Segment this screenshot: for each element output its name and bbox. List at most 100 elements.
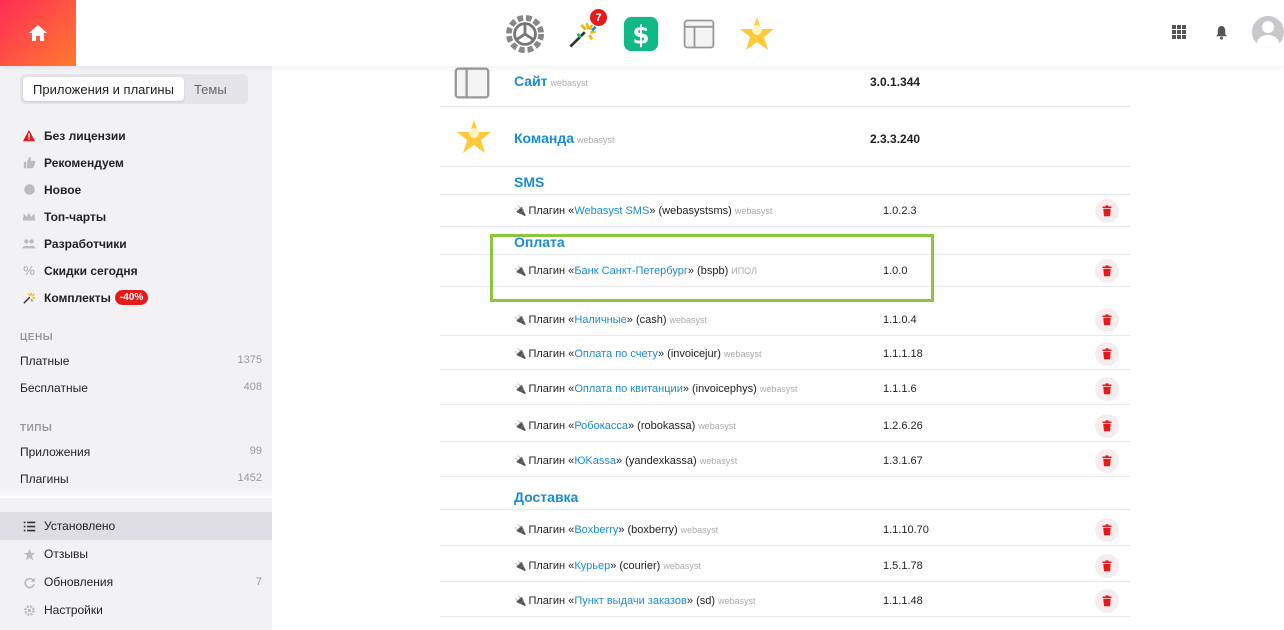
plugin-link[interactable]: ЮKassa: [574, 455, 616, 467]
delete-button[interactable]: [1095, 554, 1119, 578]
shop-app-icon[interactable]: 7: [563, 9, 607, 54]
version: 3.0.1.344: [870, 75, 921, 89]
team-app-icon[interactable]: [737, 14, 777, 54]
sidebar-item-top-charts[interactable]: Топ-чарты: [20, 203, 260, 230]
sidebar-item-settings[interactable]: Настройки: [0, 596, 272, 624]
version: 2.3.3.240: [870, 132, 921, 146]
sidebar-item-installed[interactable]: Установлено: [0, 512, 272, 540]
vendor-label: ИПОЛ: [731, 266, 757, 276]
trash-icon: [1102, 383, 1112, 395]
plug-icon: 🔌: [514, 561, 527, 572]
plug-icon: 🔌: [514, 421, 527, 432]
delete-button[interactable]: [1095, 342, 1119, 366]
filter-count: 408: [243, 381, 262, 393]
apps-grid-icon[interactable]: [1168, 21, 1190, 43]
filter-free[interactable]: Бесплатные 408: [20, 381, 262, 395]
version: 1.1.10.70: [883, 524, 929, 536]
plug-icon: 🔌: [514, 456, 527, 467]
plugin-id: » (boxberry): [618, 524, 678, 536]
discount-badge: -40%: [114, 290, 149, 305]
plugin-prefix: Плагин «: [528, 383, 575, 395]
delete-button[interactable]: [1095, 377, 1119, 401]
filter-paid[interactable]: Платные 1375: [20, 354, 262, 368]
sidebar-item-recommended[interactable]: Рекомендуем: [20, 149, 260, 176]
sidebar-item-bundles[interactable]: Комплекты -40%: [20, 284, 260, 311]
app-name: Команда: [514, 130, 574, 146]
delete-button[interactable]: [1095, 518, 1119, 542]
sidebar-item-new[interactable]: Новое: [20, 176, 260, 203]
user-area: [1168, 16, 1284, 48]
plugin-title: 🔌 Плагин «Оплата по счету» (invoicejur) we…: [514, 348, 761, 360]
plugin-link[interactable]: Пункт выдачи заказов: [574, 595, 687, 607]
installer-app-icon[interactable]: [505, 14, 545, 54]
avatar[interactable]: [1252, 16, 1284, 48]
vendor-label: webasyst: [663, 561, 701, 571]
plugin-id: » (yandexkassa): [616, 455, 697, 467]
delete-button[interactable]: [1095, 449, 1119, 473]
cashbook-app-icon[interactable]: $: [621, 14, 661, 54]
plug-icon: 🔌: [514, 525, 527, 536]
plugin-prefix: Плагин «: [528, 455, 575, 467]
site-app-icon[interactable]: [679, 14, 719, 54]
notifications-badge: 7: [590, 9, 607, 26]
filter-label: Бесплатные: [20, 381, 88, 395]
plugin-title: 🔌 Плагин «Робокасса» (robokassa) webasyst: [514, 420, 736, 432]
plugin-link[interactable]: Наличные: [574, 314, 626, 326]
plugin-link[interactable]: Курьер: [574, 560, 610, 572]
types-heading: ТИПЫ: [20, 423, 53, 434]
sidebar-item-updates[interactable]: Обновления 7: [0, 568, 272, 596]
divider: [0, 488, 272, 498]
home-button[interactable]: [0, 0, 76, 66]
sidebar-item-reviews[interactable]: Отзывы: [0, 540, 272, 568]
plugin-link[interactable]: Оплата по счету: [574, 348, 658, 360]
sidebar-item-developers[interactable]: Разработчики: [20, 230, 260, 257]
plugin-prefix: Плагин «: [528, 560, 575, 572]
plugin-id: » (invoicejur): [657, 348, 721, 360]
sidebar-item-no-license[interactable]: Без лицензии: [20, 122, 260, 149]
thumbs-up-icon: [20, 156, 38, 169]
app-name-link[interactable]: Команда webasyst: [514, 130, 615, 146]
category-title: Доставка: [514, 489, 579, 505]
vendor-label: webasyst: [699, 456, 738, 466]
delete-button[interactable]: [1095, 308, 1119, 332]
plugin-id: » (webasystsms): [649, 205, 732, 217]
plugin-link[interactable]: Boxberry: [574, 524, 618, 536]
delete-button[interactable]: [1095, 259, 1119, 283]
plugin-id: » (courier): [610, 560, 661, 572]
filter-plugins[interactable]: Плагины 1452: [20, 472, 262, 486]
plugin-prefix: Плагин «: [528, 420, 575, 432]
list-icon: [20, 520, 38, 533]
app-name-link[interactable]: Сайт webasyst: [514, 73, 588, 89]
plug-icon: 🔌: [514, 349, 527, 360]
plugin-link[interactable]: Webasyst SMS: [574, 205, 649, 217]
sidebar-item-discounts[interactable]: % Скидки сегодня: [20, 257, 260, 284]
plugin-prefix: Плагин «: [528, 524, 575, 536]
trash-icon: [1102, 595, 1112, 607]
version: 1.2.6.26: [883, 420, 923, 432]
bell-icon[interactable]: [1210, 21, 1232, 43]
trash-icon: [1102, 348, 1112, 360]
sidebar-item-label: Разработчики: [44, 236, 127, 251]
vendor-label: webasyst: [698, 421, 736, 431]
filter-apps[interactable]: Приложения 99: [20, 445, 262, 459]
plugin-title: 🔌 Плагин «Webasyst SMS» (webasystsms) weba…: [514, 205, 772, 217]
tab-apps-plugins[interactable]: Приложения и плагины: [23, 77, 184, 101]
delete-button[interactable]: [1095, 414, 1119, 438]
plugin-link[interactable]: Банк Санкт-Петербург: [574, 265, 688, 277]
tab-themes[interactable]: Темы: [184, 77, 237, 101]
trash-icon: [1102, 314, 1112, 326]
sidebar-item-label: Установлено: [44, 519, 116, 533]
home-icon: [29, 25, 47, 41]
plugin-link[interactable]: Оплата по квитанции: [574, 383, 683, 395]
sidebar-item-label: Рекомендуем: [44, 155, 124, 170]
plugin-title: 🔌 Плагин «Курьер» (courier) webasyst: [514, 560, 701, 572]
sidebar-item-label: Скидки сегодня: [44, 263, 138, 278]
app-switcher: 7 $: [505, 9, 777, 54]
filter-count: 1452: [237, 472, 262, 484]
site-app-icon: [454, 67, 490, 99]
updates-count: 7: [255, 576, 262, 588]
plugin-link[interactable]: Робокасса: [574, 420, 628, 432]
filter-count: 99: [249, 445, 262, 457]
delete-button[interactable]: [1095, 589, 1119, 613]
delete-button[interactable]: [1095, 199, 1119, 223]
